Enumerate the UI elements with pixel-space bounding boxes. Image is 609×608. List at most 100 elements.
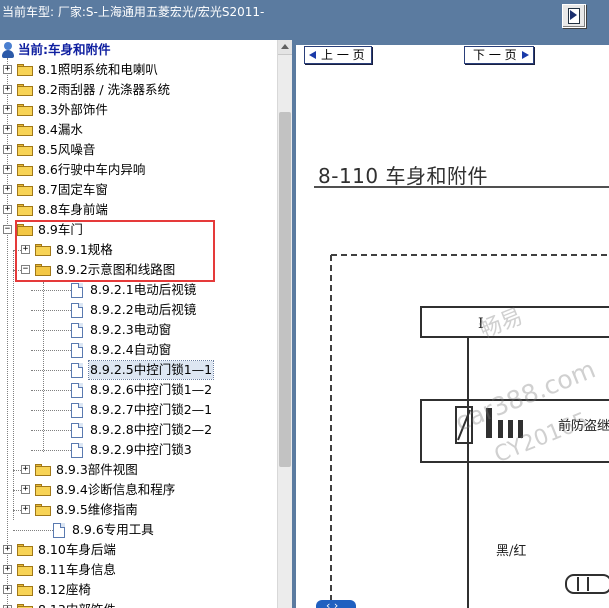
tree-item-label: 8.10车身后端 (38, 542, 116, 557)
document-icon (71, 303, 83, 318)
tree-root-label: 当前:车身和附件 (18, 42, 111, 57)
folder-icon (35, 484, 51, 496)
folder-icon (17, 604, 33, 608)
document-icon (71, 383, 83, 398)
tree-connector-line (31, 430, 71, 431)
tree-item-label: 8.9.2.9中控门锁3 (90, 442, 192, 457)
tree-folder-item[interactable]: +8.9.3部件视图 (0, 460, 277, 480)
document-icon (71, 423, 83, 438)
folder-icon (35, 464, 51, 476)
expand-icon[interactable]: + (3, 565, 12, 574)
folder-icon (17, 104, 33, 116)
tree-item-label: 8.6行驶中车内异响 (38, 162, 146, 177)
tree-item-label: 8.5风噪音 (38, 142, 96, 157)
exit-button[interactable] (562, 4, 586, 28)
tree-folder-item[interactable]: +8.3外部饰件 (0, 100, 277, 120)
folder-icon (17, 124, 33, 136)
expand-icon[interactable]: + (3, 545, 12, 554)
tree-folder-item[interactable]: +8.10车身后端 (0, 540, 277, 560)
folder-icon (17, 144, 33, 156)
expand-icon[interactable]: + (3, 125, 12, 134)
tree-folder-item[interactable]: +8.1照明系统和电喇叭 (0, 60, 277, 80)
folder-icon (35, 504, 51, 516)
document-icon (71, 343, 83, 358)
tree-connector-line (13, 490, 21, 491)
expand-icon[interactable]: + (3, 165, 12, 174)
tree-item-label: 8.9.5维修指南 (56, 502, 138, 517)
current-model-title: 当前车型: 厂家:S-上海通用五菱宏光/宏光S2011- (2, 5, 265, 19)
collapse-icon[interactable]: − (3, 225, 12, 234)
tree-folder-item[interactable]: +8.9.4诊断信息和程序 (0, 480, 277, 500)
folder-icon (17, 584, 33, 596)
tree-folder-item[interactable]: +8.5风噪音 (0, 140, 277, 160)
document-viewer: 上 一 页 下 一 页 8-110 车身和附件 I 前防盗继 黑/红 畅易 ca… (292, 40, 609, 608)
tree-folder-item[interactable]: +8.4漏水 (0, 120, 277, 140)
expand-icon[interactable]: + (3, 205, 12, 214)
tree-folder-item[interactable]: +8.12座椅 (0, 580, 277, 600)
expand-icon[interactable]: + (3, 85, 12, 94)
tree-folder-item[interactable]: +8.8车身前端 (0, 200, 277, 220)
scroll-thumb[interactable] (279, 112, 291, 467)
tree-connector-line (13, 530, 53, 531)
tree-connector-line (31, 310, 71, 311)
document-icon (71, 283, 83, 298)
tree-connector-line (31, 450, 71, 451)
tree-item-label: 8.9.2.6中控门锁1—2 (90, 382, 213, 397)
tree-folder-item[interactable]: +8.11车身信息 (0, 560, 277, 580)
document-page: 上 一 页 下 一 页 8-110 车身和附件 I 前防盗继 黑/红 畅易 ca… (296, 45, 609, 608)
tree-folder-item[interactable]: +8.2雨刮器 / 洗涤器系统 (0, 80, 277, 100)
tree-folder-item[interactable]: +8.9.5维修指南 (0, 500, 277, 520)
tree-connector-line (31, 330, 71, 331)
expand-icon[interactable]: + (21, 505, 30, 514)
tree-item-label: 8.12座椅 (38, 582, 91, 597)
tree-item-label: 8.3外部饰件 (38, 102, 108, 117)
expand-icon[interactable]: + (21, 485, 30, 494)
folder-icon (17, 564, 33, 576)
tree-item-label: 8.1照明系统和电喇叭 (38, 62, 158, 77)
expand-icon[interactable]: + (3, 145, 12, 154)
tree-scrollbar[interactable] (277, 40, 293, 608)
expand-icon[interactable]: + (3, 105, 12, 114)
highlight-annotation-box (15, 220, 215, 282)
document-icon (53, 523, 65, 538)
expand-icon[interactable]: + (3, 65, 12, 74)
expand-icon[interactable]: + (21, 465, 30, 474)
tree-item-label: 8.4漏水 (38, 122, 83, 137)
wiring-diagram-svg: I (330, 254, 609, 608)
expand-icon[interactable]: + (3, 185, 12, 194)
expand-icon[interactable]: + (3, 585, 12, 594)
tree-item-label: 8.9.2.3电动窗 (90, 322, 172, 337)
tree-item-label: 8.9.6专用工具 (72, 522, 154, 537)
tree-item-label: 8.11车身信息 (38, 562, 116, 577)
tree-item-label: 8.9.2.8中控门锁2—2 (90, 422, 213, 437)
tree-item-label: 8.9.2.5中控门锁1—1 (87, 360, 215, 380)
tree-item-label: 8.13内部饰件 (37, 601, 117, 608)
tree-item-label: 8.8车身前端 (38, 202, 108, 217)
scroll-up-arrow-icon[interactable] (278, 40, 293, 55)
exit-arrow-icon (570, 10, 577, 20)
wire-color-label: 黑/红 (496, 544, 527, 559)
page-switch-button[interactable] (316, 599, 356, 608)
document-icon (71, 403, 83, 418)
tree-connector-line (13, 510, 21, 511)
navigation-tree: 当前:车身和附件 +8.1照明系统和电喇叭 +8.2雨刮器 / 洗涤器系统 +8.3外… (0, 40, 277, 608)
tree-item-label: 8.9.2.4自动窗 (90, 342, 172, 357)
document-icon (71, 443, 83, 458)
tree-connector-line (31, 370, 71, 371)
tree-item-label: 8.9.4诊断信息和程序 (56, 482, 176, 497)
folder-icon (17, 64, 33, 76)
tree-folder-item[interactable]: +8.6行驶中车内异响 (0, 160, 277, 180)
tree-folder-item[interactable]: +8.7固定车窗 (0, 180, 277, 200)
folder-icon (17, 84, 33, 96)
tree-connector-line (43, 282, 44, 452)
person-icon (2, 42, 14, 58)
tree-connector-line (31, 390, 71, 391)
tree-connector-line (13, 470, 21, 471)
tree-folder-item[interactable]: +8.13内部饰件 (0, 600, 277, 608)
document-icon (71, 363, 83, 378)
folder-icon (17, 544, 33, 556)
tree-root-row[interactable]: 当前:车身和附件 (0, 40, 277, 60)
tree-item-label: 8.9.2.1电动后视镜 (90, 282, 197, 297)
tree-item-label: 8.2雨刮器 / 洗涤器系统 (38, 82, 171, 97)
title-bar: 当前车型: 厂家:S-上海通用五菱宏光/宏光S2011- (0, 0, 609, 40)
